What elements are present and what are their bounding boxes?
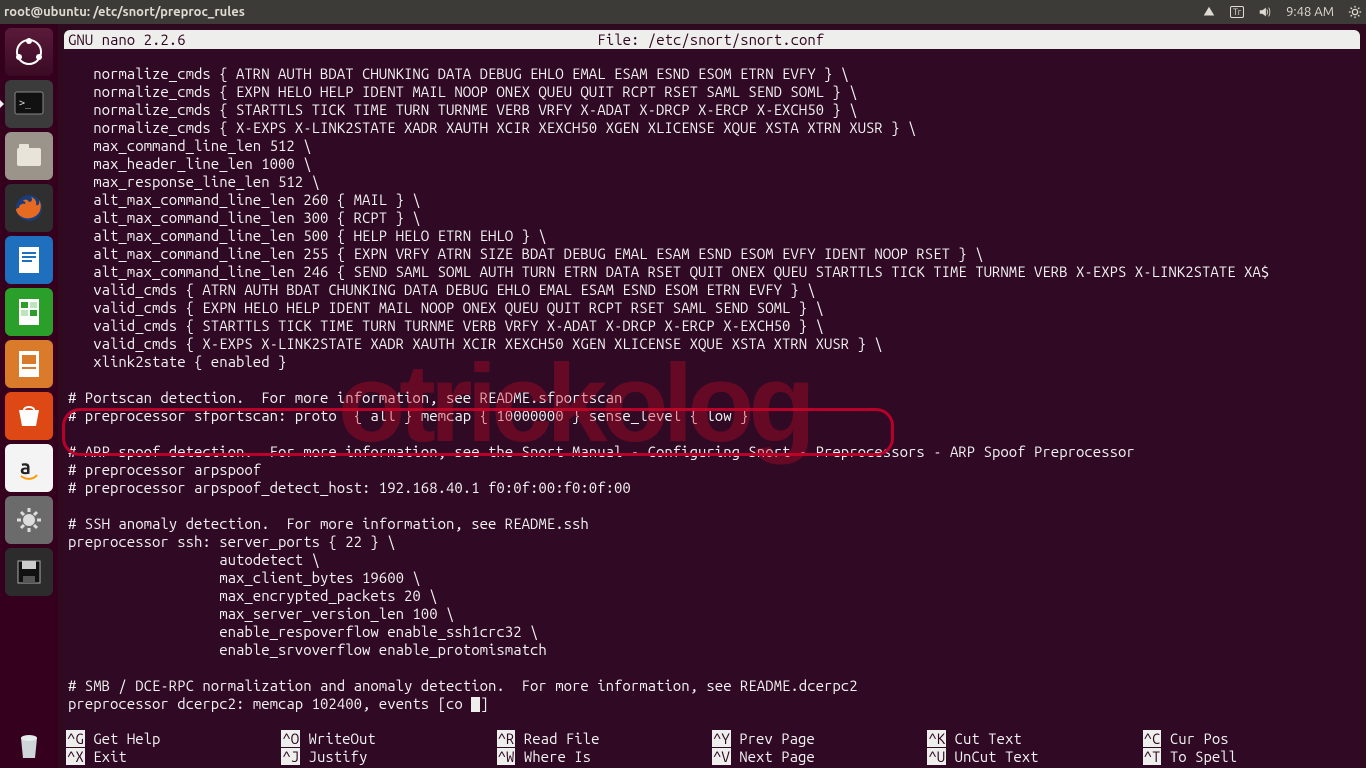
terminal-viewport[interactable]: GNU nano 2.2.6 File: /etc/snort/snort.co…	[64, 30, 1360, 768]
launcher-dash[interactable]	[5, 28, 53, 76]
svg-text:a: a	[20, 455, 31, 478]
nano-help-item: ^Y Prev Page	[712, 730, 927, 748]
svg-text:>_: >_	[19, 98, 32, 109]
nano-editor-body[interactable]: normalize_cmds { ATRN AUTH BDAT CHUNKING…	[64, 49, 1360, 717]
launcher-impress[interactable]	[5, 340, 53, 388]
nano-help-item: ^R Read File	[497, 730, 712, 748]
launcher-save-icon[interactable]	[5, 548, 53, 596]
nano-help-item: ^C Cur Pos	[1143, 730, 1358, 748]
nano-help-item: ^V Next Page	[712, 748, 927, 766]
terminal-window: GNU nano 2.2.6 File: /etc/snort/snort.co…	[58, 24, 1366, 768]
launcher-firefox[interactable]	[5, 184, 53, 232]
nano-help-item: ^T To Spell	[1143, 748, 1358, 766]
nano-help-item: ^U UnCut Text	[927, 748, 1142, 766]
nano-help-bar: ^G Get Help^O WriteOut^R Read File^Y Pre…	[64, 730, 1360, 768]
network-icon[interactable]	[1202, 5, 1216, 19]
launcher-software-center[interactable]	[5, 392, 53, 440]
unity-launcher: >_ a	[0, 24, 58, 768]
launcher-settings[interactable]	[5, 496, 53, 544]
keyboard-layout-indicator[interactable]: Tr	[1230, 6, 1244, 18]
volume-icon[interactable]	[1258, 5, 1272, 19]
launcher-writer[interactable]	[5, 236, 53, 284]
nano-help-item: ^K Cut Text	[927, 730, 1142, 748]
nano-help-item: ^X Exit	[66, 748, 281, 766]
nano-help-item: ^W Where Is	[497, 748, 712, 766]
nano-help-item: ^O WriteOut	[281, 730, 496, 748]
nano-help-item: ^J Justify	[281, 748, 496, 766]
session-gear-icon[interactable]	[1348, 5, 1362, 19]
nano-version: GNU nano 2.2.6	[68, 30, 186, 49]
launcher-calc[interactable]	[5, 288, 53, 336]
nano-help-item: ^G Get Help	[66, 730, 281, 748]
launcher-terminal[interactable]: >_	[5, 80, 53, 128]
launcher-files[interactable]	[5, 132, 53, 180]
clock[interactable]: 9:48 AM	[1286, 5, 1334, 19]
launcher-trash[interactable]	[5, 720, 53, 768]
top-menubar: root@ubuntu: /etc/snort/preproc_rules Tr…	[0, 0, 1366, 24]
nano-file-label: File: /etc/snort/snort.conf	[186, 30, 1236, 49]
launcher-amazon[interactable]: a	[5, 444, 53, 492]
window-title: root@ubuntu: /etc/snort/preproc_rules	[4, 5, 245, 19]
nano-title-bar: GNU nano 2.2.6 File: /etc/snort/snort.co…	[64, 30, 1360, 49]
